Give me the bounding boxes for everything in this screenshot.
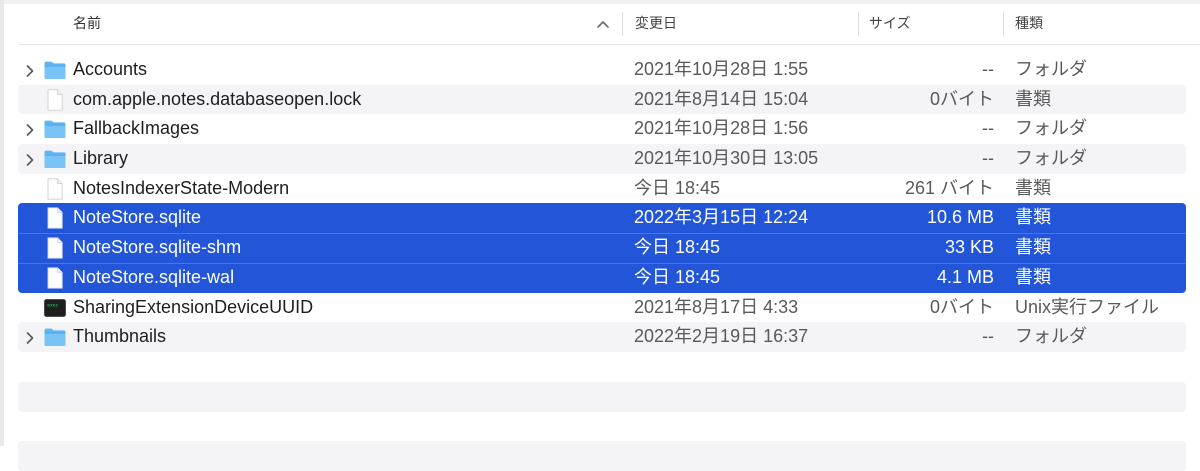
file-kind: 書類 (1015, 237, 1051, 258)
file-size: 261 バイト (904, 177, 994, 198)
file-size: -- (982, 148, 994, 169)
disclosure-triangle-icon[interactable] (24, 63, 36, 77)
document-icon (43, 266, 67, 290)
file-kind: 書類 (1015, 88, 1051, 109)
file-kind: フォルダ (1015, 326, 1087, 347)
file-name: NoteStore.sqlite (73, 207, 202, 228)
file-row[interactable]: NoteStore.sqlite 2022年3月15日 12:24 10.6 MB 書… (18, 203, 1186, 234)
file-date-modified: 2022年2月19日 16:37 (634, 326, 809, 347)
file-kind: 書類 (1015, 266, 1051, 287)
file-row[interactable]: Thumbnails 2022年2月19日 16:37 -- フォルダ (18, 322, 1186, 352)
folder-icon (43, 147, 67, 171)
file-kind: フォルダ (1015, 59, 1087, 79)
file-date-modified: 2021年10月30日 13:05 (634, 148, 819, 169)
file-name: NoteStore.sqlite-wal (73, 266, 235, 287)
file-date-modified: 2021年10月28日 1:55 (634, 59, 809, 79)
disclosure-triangle-icon[interactable] (24, 330, 36, 345)
file-size: 33 KB (944, 237, 994, 258)
file-kind: フォルダ (1015, 118, 1087, 139)
file-name: SharingExtensionDeviceUUID (73, 296, 314, 317)
file-date-modified: 今日 18:45 (634, 266, 721, 287)
file-date-modified: 2021年8月17日 4:33 (634, 296, 799, 317)
file-size: 4.1 MB (936, 266, 994, 287)
file-row[interactable]: NotesIndexerState-Modern 今日 18:45 261 バイト書… (18, 174, 1186, 204)
folder-icon (43, 325, 67, 349)
file-row[interactable]: com.apple.notes.databaseopen.lock 2021年8月… (18, 84, 1186, 115)
finder-list-view: 名前 変更日 サイズ 種類 Accounts 2021年10月28日 1:55 --… (0, 0, 1200, 471)
file-date-modified: 2021年8月14日 15:04 (634, 88, 809, 109)
column-separator[interactable] (858, 12, 859, 36)
file-date-modified: 2021年10月28日 1:56 (634, 118, 809, 139)
file-name: NoteStore.sqlite-shm (73, 237, 242, 258)
file-size: 10.6 MB (926, 207, 994, 228)
file-kind: 書類 (1015, 177, 1051, 198)
document-icon (43, 88, 67, 112)
sort-ascending-chevron-icon[interactable] (596, 19, 610, 29)
document-icon (43, 177, 67, 201)
file-name: FallbackImages (73, 118, 200, 139)
file-row[interactable]: NoteStore.sqlite-shm 今日 18:45 33 KB 書類 (18, 233, 1186, 263)
file-date-modified: 今日 18:45 (634, 237, 721, 258)
column-separator[interactable] (622, 12, 623, 36)
file-row[interactable]: exec SharingExtensionDeviceUUID 2021年8月17日… (18, 293, 1186, 323)
file-name: com.apple.notes.databaseopen.lock (73, 88, 362, 109)
disclosure-triangle-icon[interactable] (24, 152, 36, 166)
file-row[interactable]: FallbackImages 2021年10月28日 1:56 -- フォルダ (18, 114, 1186, 144)
svg-text:exec: exec (47, 303, 58, 308)
file-date-modified: 2022年3月15日 12:24 (634, 207, 809, 228)
document-icon (43, 206, 67, 230)
file-row[interactable]: Library 2021年10月30日 13:05 -- フォルダ (18, 144, 1186, 174)
window-left-edge (0, 0, 4, 446)
column-header-kind[interactable]: 種類 (1015, 4, 1043, 44)
file-size: -- (982, 326, 994, 347)
disclosure-triangle-icon[interactable] (24, 122, 36, 137)
file-size: 0バイト (929, 88, 994, 109)
column-separator[interactable] (1003, 12, 1004, 36)
file-name: Thumbnails (73, 326, 167, 347)
file-date-modified: 今日 18:45 (634, 177, 721, 198)
empty-row-stripe (18, 382, 1186, 412)
document-icon (43, 236, 67, 260)
file-kind: Unix実行ファイル (1015, 296, 1160, 317)
folder-icon (43, 58, 67, 82)
file-row[interactable]: NoteStore.sqlite-wal 今日 18:45 4.1 MB 書類 (18, 262, 1186, 293)
column-header-size[interactable]: サイズ (869, 4, 911, 44)
terminal-executable-icon: exec (43, 296, 67, 320)
file-name: Accounts (73, 59, 148, 79)
file-size: 0バイト (929, 296, 994, 317)
file-kind: フォルダ (1015, 148, 1087, 169)
file-size: -- (982, 118, 994, 139)
file-name: Library (73, 148, 129, 169)
file-list: Accounts 2021年10月28日 1:55 -- フォルダ com.apple.… (18, 55, 1186, 352)
column-header-bar: 名前 変更日 サイズ 種類 (18, 4, 1200, 45)
file-kind: 書類 (1015, 207, 1051, 228)
column-header-date-modified[interactable]: 変更日 (635, 4, 677, 44)
file-row[interactable]: Accounts 2021年10月28日 1:55 -- フォルダ (18, 55, 1186, 85)
file-name: NotesIndexerState-Modern (73, 177, 290, 198)
folder-icon (43, 117, 67, 141)
file-size: -- (982, 59, 994, 79)
column-header-name[interactable]: 名前 (73, 4, 101, 44)
